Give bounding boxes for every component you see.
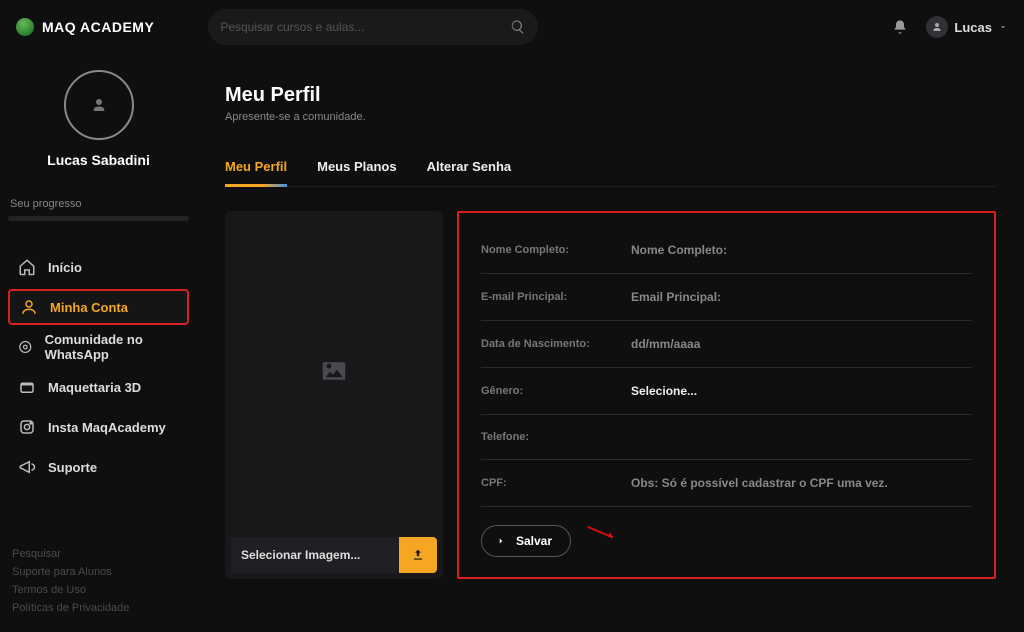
- annotation-arrow: [585, 525, 623, 543]
- label-nome: Nome Completo:: [481, 244, 631, 256]
- input-nome[interactable]: Nome Completo:: [631, 243, 727, 257]
- footer-link-pesquisar[interactable]: Pesquisar: [12, 548, 185, 560]
- label-nascimento: Data de Nascimento:: [481, 338, 631, 350]
- label-telefone: Telefone:: [481, 431, 631, 443]
- page-title: Meu Perfil: [225, 84, 996, 107]
- bell-icon[interactable]: [892, 19, 908, 35]
- note-cpf: Obs: Só é possível cadastrar o CPF uma v…: [631, 476, 888, 490]
- input-nascimento[interactable]: dd/mm/aaaa: [631, 337, 700, 351]
- sidebar-item-suporte[interactable]: Suporte: [8, 449, 189, 485]
- image-upload-card: Selecionar Imagem...: [225, 211, 443, 579]
- profile-avatar[interactable]: [64, 70, 134, 140]
- tab-meus-planos[interactable]: Meus Planos: [317, 151, 396, 186]
- sidebar-item-label: Suporte: [48, 460, 97, 475]
- megaphone-icon: [18, 458, 36, 476]
- user-menu[interactable]: Lucas: [926, 16, 1008, 38]
- sidebar-item-label: Comunidade no WhatsApp: [45, 332, 179, 362]
- search-icon: [510, 19, 526, 35]
- sidebar-item-maquettaria[interactable]: Maquettaria 3D: [8, 369, 189, 405]
- page-subtitle: Apresente-se a comunidade.: [225, 111, 996, 123]
- image-select-label: Selecionar Imagem...: [231, 537, 399, 573]
- instagram-icon: [18, 418, 36, 436]
- label-genero: Gênero:: [481, 385, 631, 397]
- avatar-icon: [926, 16, 948, 38]
- image-select-button[interactable]: Selecionar Imagem...: [231, 537, 437, 573]
- progress-bar: [8, 216, 189, 221]
- sidebar-item-whatsapp[interactable]: Comunidade no WhatsApp: [8, 329, 189, 365]
- chevron-right-icon: [496, 536, 506, 546]
- footer-link-privacidade[interactable]: Políticas de Privacidade: [12, 602, 185, 614]
- footer-link-termos[interactable]: Termos de Uso: [12, 584, 185, 596]
- save-button-label: Salvar: [516, 534, 552, 548]
- tabs: Meu Perfil Meus Planos Alterar Senha: [225, 151, 996, 187]
- home-icon: [18, 258, 36, 276]
- brand-name: MAQ ACADEMY: [42, 19, 154, 35]
- progress-label: Seu progresso: [10, 198, 189, 210]
- input-email[interactable]: Email Principal:: [631, 290, 721, 304]
- image-icon: [319, 356, 349, 386]
- brand[interactable]: MAQ ACADEMY: [16, 18, 154, 36]
- person-icon: [90, 96, 108, 114]
- tab-alterar-senha[interactable]: Alterar Senha: [427, 151, 512, 186]
- brand-logo-icon: [16, 18, 34, 36]
- image-placeholder: [225, 211, 443, 531]
- sidebar-item-label: Insta MaqAcademy: [48, 420, 166, 435]
- whatsapp-icon: [18, 338, 33, 356]
- label-email: E-mail Principal:: [481, 291, 631, 303]
- select-genero[interactable]: Selecione...: [631, 384, 697, 398]
- sidebar-item-label: Minha Conta: [50, 300, 128, 315]
- upload-icon: [399, 537, 437, 573]
- sidebar-item-label: Maquettaria 3D: [48, 380, 141, 395]
- sidebar-item-inicio[interactable]: Início: [8, 249, 189, 285]
- sidebar-item-minha-conta[interactable]: Minha Conta: [8, 289, 189, 325]
- footer-link-suporte[interactable]: Suporte para Alunos: [12, 566, 185, 578]
- chevron-down-icon: [998, 22, 1008, 32]
- search-box[interactable]: [208, 9, 538, 45]
- user-icon: [20, 298, 38, 316]
- cube-icon: [18, 378, 36, 396]
- tab-meu-perfil[interactable]: Meu Perfil: [225, 151, 287, 186]
- profile-name: Lucas Sabadini: [8, 152, 189, 168]
- sidebar-item-label: Início: [48, 260, 82, 275]
- label-cpf: CPF:: [481, 477, 631, 489]
- save-button[interactable]: Salvar: [481, 525, 571, 557]
- sidebar-item-instagram[interactable]: Insta MaqAcademy: [8, 409, 189, 445]
- user-name: Lucas: [954, 20, 992, 35]
- search-input[interactable]: [220, 20, 510, 34]
